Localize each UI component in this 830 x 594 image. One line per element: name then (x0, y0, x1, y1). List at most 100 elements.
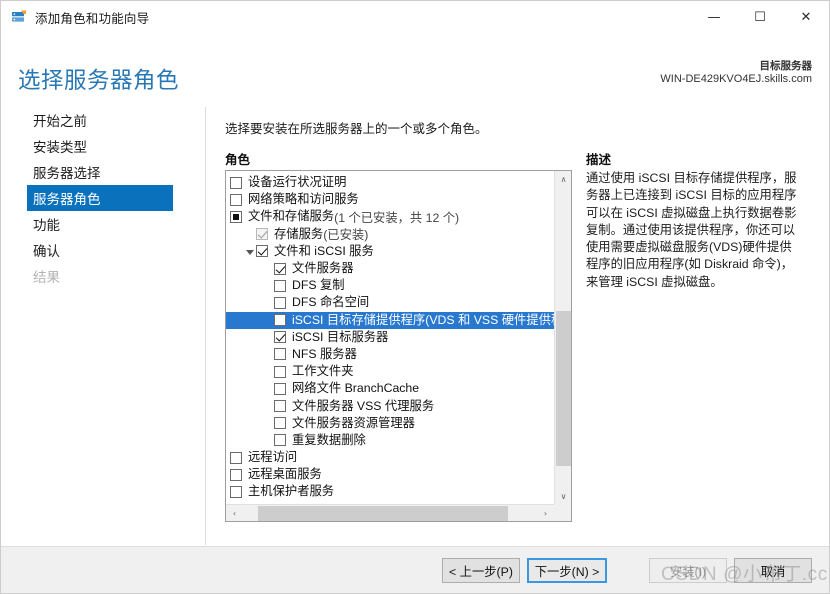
sidebar-item-label: 安装类型 (33, 140, 87, 155)
role-row[interactable]: iSCSI 目标服务器 (226, 329, 555, 346)
role-label: 远程桌面服务 (248, 467, 322, 482)
maximize-icon[interactable]: ☐ (737, 1, 783, 33)
vertical-scroll-thumb[interactable] (556, 311, 571, 466)
role-label: iSCSI 目标存储提供程序(VDS 和 VSS 硬件提供程序) (292, 312, 555, 327)
role-checkbox[interactable] (230, 193, 242, 206)
sidebar-item-label: 结果 (33, 270, 60, 285)
add-roles-wizard-window: 添加角色和功能向导 — ☐ ✕ 选择服务器角色 目标服务器 WIN-DE429K… (0, 0, 830, 594)
sidebar-item-6: 结果 (27, 263, 173, 289)
roles-vertical-scrollbar[interactable]: ∧ ∨ (554, 171, 571, 505)
role-row[interactable]: 设备运行状况证明 (226, 174, 555, 191)
role-checkbox[interactable] (274, 348, 286, 361)
sidebar-item-3[interactable]: 服务器角色 (27, 185, 173, 211)
role-checkbox[interactable] (230, 176, 242, 189)
role-checkbox[interactable] (230, 451, 242, 464)
role-row[interactable]: 网络文件 BranchCache (226, 380, 555, 397)
role-row[interactable]: 文件服务器资源管理器 (226, 415, 555, 432)
sidebar-item-label: 服务器选择 (33, 166, 101, 181)
role-label-suffix: (1 个已安装，共 12 个) (334, 210, 460, 225)
scroll-left-icon[interactable]: ‹ (226, 505, 243, 521)
roles-horizontal-scrollbar[interactable]: ‹ › (226, 504, 571, 521)
role-checkbox[interactable] (274, 262, 286, 275)
sidebar-item-4[interactable]: 功能 (27, 211, 173, 237)
scrollbar-corner (554, 504, 571, 521)
wizard-step-nav: 开始之前安装类型服务器选择服务器角色功能 确认结果 (1, 107, 206, 545)
role-label: 存储服务 (274, 226, 324, 241)
role-row[interactable]: 工作文件夹 (226, 363, 555, 380)
cancel-button[interactable]: 取消 (734, 558, 812, 583)
role-checkbox[interactable] (274, 314, 286, 327)
scroll-right-icon[interactable]: › (537, 505, 554, 521)
role-label: 设备运行状况证明 (248, 175, 347, 190)
sidebar-item-1[interactable]: 安装类型 (27, 133, 173, 159)
role-row[interactable]: DFS 命名空间 (226, 294, 555, 311)
sidebar-item-2[interactable]: 服务器选择 (27, 159, 173, 185)
sidebar-item-label: 服务器角色 (33, 192, 101, 207)
role-checkbox[interactable] (274, 296, 286, 309)
role-checkbox[interactable] (274, 365, 286, 378)
role-row[interactable]: DFS 复制 (226, 277, 555, 294)
close-icon[interactable]: ✕ (783, 1, 829, 33)
role-checkbox[interactable] (230, 468, 242, 481)
role-checkbox[interactable] (256, 245, 268, 258)
role-label: 主机保护者服务 (248, 484, 335, 499)
target-server-label: 目标服务器 (759, 60, 813, 72)
role-label: 文件和 iSCSI 服务 (274, 243, 374, 258)
previous-button[interactable]: < 上一步(P) (442, 558, 520, 583)
scroll-down-icon[interactable]: ∨ (555, 488, 571, 505)
role-row[interactable]: 网络策略和访问服务 (226, 191, 555, 208)
expand-collapse-triangle-icon[interactable] (243, 245, 256, 258)
role-checkbox[interactable] (230, 210, 242, 223)
role-checkbox[interactable] (274, 279, 286, 292)
minimize-icon[interactable]: — (691, 1, 737, 33)
role-label-suffix: (已安装) (323, 228, 369, 243)
horizontal-scroll-thumb[interactable] (258, 506, 508, 521)
description-text: 通过使用 iSCSI 目标存储提供程序，服务器上已连接到 iSCSI 目标的应用… (586, 171, 797, 289)
title-bar: 添加角色和功能向导 — ☐ ✕ (1, 1, 829, 33)
role-row[interactable]: 文件服务器 (226, 260, 555, 277)
role-checkbox[interactable] (274, 331, 286, 344)
role-checkbox[interactable] (274, 434, 286, 447)
next-button[interactable]: 下一步(N) > (527, 558, 607, 583)
page-header: 选择服务器角色 目标服务器 WIN-DE429KVO4EJ.skills.com (1, 33, 829, 97)
sidebar-item-0[interactable]: 开始之前 (27, 107, 173, 133)
role-checkbox (256, 228, 268, 241)
role-row[interactable]: 重复数据删除 (226, 432, 555, 449)
role-checkbox[interactable] (274, 382, 286, 395)
role-label: iSCSI 目标服务器 (292, 329, 389, 344)
role-row[interactable]: 主机保护者服务 (226, 483, 555, 500)
wizard-footer: < 上一步(P) 下一步(N) > 安装(I) 取消 (1, 546, 829, 593)
roles-tree[interactable]: 设备运行状况证明 网络策略和访问服务 文件和存储服务 (1 个已安装，共 12 个)… (226, 171, 555, 505)
role-row[interactable]: iSCSI 目标存储提供程序(VDS 和 VSS 硬件提供程序) (226, 311, 555, 329)
role-row[interactable]: 远程访问 (226, 449, 555, 466)
target-server-name: WIN-DE429KVO4EJ.skills.com (660, 73, 812, 85)
role-row[interactable]: 存储服务 (已安装) (226, 226, 555, 243)
role-checkbox[interactable] (274, 417, 286, 430)
role-label: 文件和存储服务 (248, 209, 335, 224)
role-label: 重复数据删除 (292, 432, 366, 447)
role-row[interactable]: 文件服务器 VSS 代理服务 (226, 397, 555, 414)
role-label: 网络策略和访问服务 (248, 192, 359, 207)
roles-listbox[interactable]: 设备运行状况证明 网络策略和访问服务 文件和存储服务 (1 个已安装，共 12 个)… (225, 170, 572, 522)
role-row[interactable]: 文件和存储服务 (1 个已安装，共 12 个) (226, 208, 555, 225)
role-row[interactable]: NFS 服务器 (226, 346, 555, 363)
role-label: DFS 复制 (292, 278, 345, 293)
instruction-text: 选择要安装在所选服务器上的一个或多个角色。 (225, 122, 488, 136)
role-row[interactable]: 远程桌面服务 (226, 466, 555, 483)
role-checkbox[interactable] (230, 485, 242, 498)
role-checkbox[interactable] (274, 400, 286, 413)
role-label: 网络文件 BranchCache (292, 381, 420, 396)
page-title: 选择服务器角色 (18, 68, 180, 93)
sidebar-item-5[interactable]: 确认 (27, 237, 173, 263)
scroll-up-icon[interactable]: ∧ (555, 171, 571, 188)
role-label: 远程访问 (248, 450, 298, 465)
role-row[interactable]: 文件和 iSCSI 服务 (226, 243, 555, 260)
